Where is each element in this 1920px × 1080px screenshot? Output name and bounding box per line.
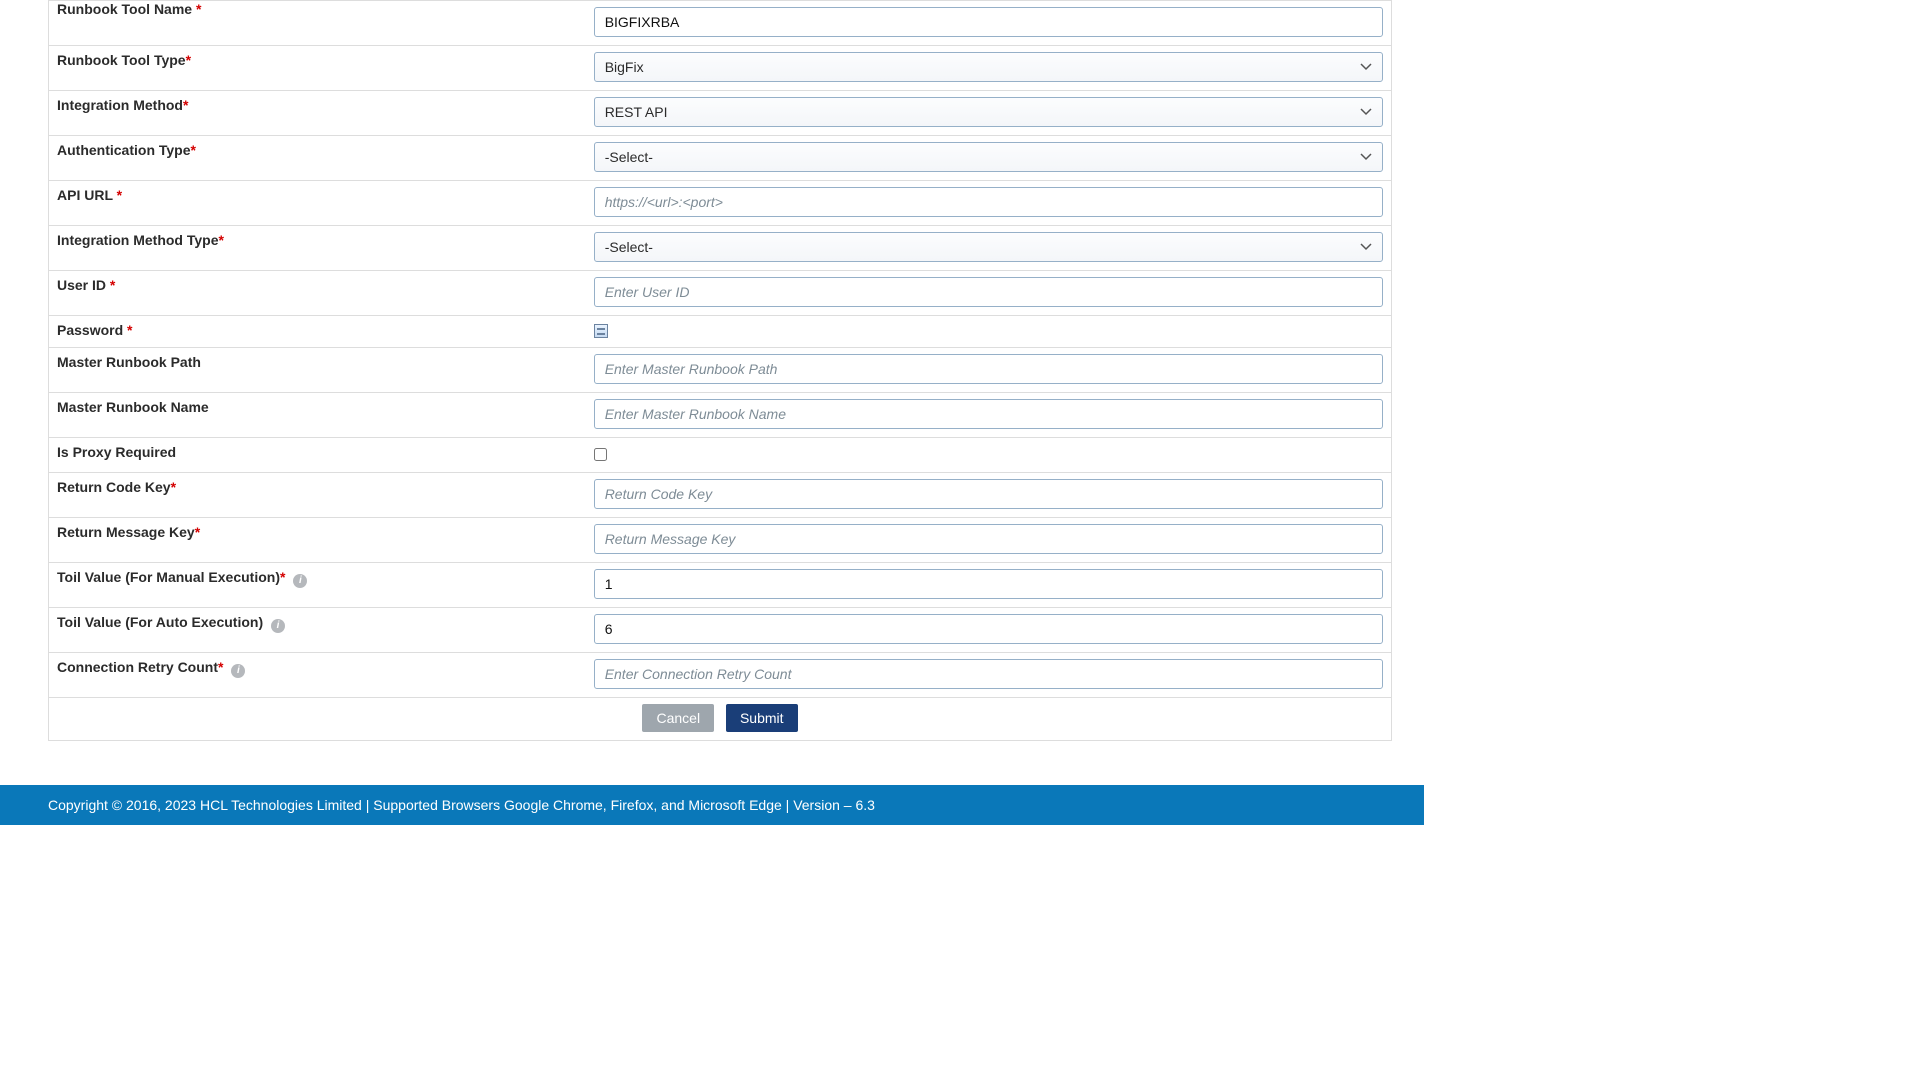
info-icon[interactable]: i (271, 619, 285, 633)
form-container: Runbook Tool Name * Runbook Tool Type* B… (0, 0, 1440, 741)
label-user-id: User ID * (49, 271, 586, 316)
label-master-path: Master Runbook Path (49, 348, 586, 393)
tool-name-input[interactable] (594, 7, 1383, 37)
runbook-config-table: Runbook Tool Name * Runbook Tool Type* B… (48, 0, 1392, 741)
tool-type-select[interactable]: BigFix (594, 52, 1383, 82)
required-indicator: * (280, 569, 285, 585)
label-return-code: Return Code Key* (49, 473, 586, 518)
label-auth-type: Authentication Type* (49, 136, 586, 181)
proxy-checkbox[interactable] (594, 448, 607, 461)
label-password: Password * (49, 316, 586, 348)
required-indicator: * (171, 479, 176, 495)
required-indicator: * (117, 187, 122, 203)
required-indicator: * (191, 142, 196, 158)
label-tool-name: Runbook Tool Name * (49, 1, 586, 46)
page-viewport[interactable]: Runbook Tool Name * Runbook Tool Type* B… (0, 0, 1440, 828)
user-id-input[interactable] (594, 277, 1383, 307)
label-tool-type: Runbook Tool Type* (49, 46, 586, 91)
tool-type-value: BigFix (605, 59, 1360, 75)
master-path-input[interactable] (594, 354, 1383, 384)
required-indicator: * (186, 52, 191, 68)
label-toil-auto: Toil Value (For Auto Execution) i (49, 608, 586, 653)
submit-button[interactable]: Submit (726, 704, 798, 732)
chevron-down-icon (1360, 151, 1372, 163)
toil-manual-input[interactable] (594, 569, 1383, 599)
page-footer: Copyright © 2016, 2023 HCL Technologies … (0, 785, 1424, 825)
required-indicator: * (127, 322, 132, 338)
integration-method-select[interactable]: REST API (594, 97, 1383, 127)
info-icon[interactable]: i (231, 664, 245, 678)
chevron-down-icon (1360, 106, 1372, 118)
required-indicator: * (219, 232, 224, 248)
required-indicator: * (110, 277, 115, 293)
info-icon[interactable]: i (293, 574, 307, 588)
required-indicator: * (218, 659, 223, 675)
footer-text: Copyright © 2016, 2023 HCL Technologies … (48, 797, 875, 813)
label-master-name: Master Runbook Name (49, 393, 586, 438)
required-indicator: * (195, 524, 200, 540)
integration-method-type-value: -Select- (605, 239, 1360, 255)
label-api-url: API URL * (49, 181, 586, 226)
chevron-down-icon (1360, 241, 1372, 253)
label-retry: Connection Retry Count* i (49, 653, 586, 698)
password-edit-icon[interactable] (594, 324, 608, 338)
integration-method-value: REST API (605, 104, 1360, 120)
label-return-msg: Return Message Key* (49, 518, 586, 563)
required-indicator: * (196, 1, 201, 17)
required-indicator: * (183, 97, 188, 113)
chevron-down-icon (1360, 61, 1372, 73)
toil-auto-input[interactable] (594, 614, 1383, 644)
integration-method-type-select[interactable]: -Select- (594, 232, 1383, 262)
auth-type-value: -Select- (605, 149, 1360, 165)
label-toil-manual: Toil Value (For Manual Execution)* i (49, 563, 586, 608)
retry-input[interactable] (594, 659, 1383, 689)
cancel-button[interactable]: Cancel (642, 704, 714, 732)
api-url-input[interactable] (594, 187, 1383, 217)
label-integration-method: Integration Method* (49, 91, 586, 136)
auth-type-select[interactable]: -Select- (594, 142, 1383, 172)
label-integration-method-type: Integration Method Type* (49, 226, 586, 271)
return-msg-input[interactable] (594, 524, 1383, 554)
master-name-input[interactable] (594, 399, 1383, 429)
label-proxy: Is Proxy Required (49, 438, 586, 473)
return-code-input[interactable] (594, 479, 1383, 509)
